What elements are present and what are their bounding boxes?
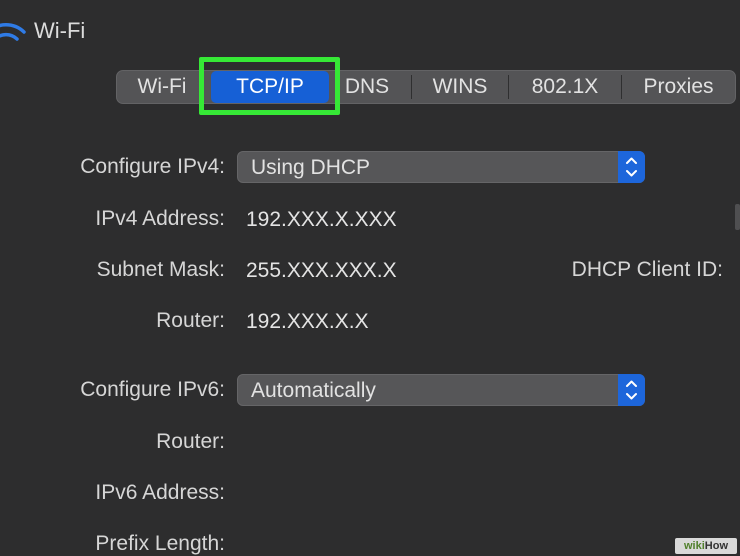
ipv4-router-value: 192.XXX.X.X [246,310,369,333]
ipv4-address-label: IPv4 Address: [95,207,225,230]
configure-ipv6-label: Configure IPv6: [80,378,225,401]
scrollbar[interactable] [735,204,740,230]
watermark-how: How [704,540,729,552]
tab-dns[interactable]: DNS [329,71,405,103]
ipv4-router-label: Router: [156,309,225,332]
updown-arrows-icon [618,374,645,406]
configure-ipv4-label: Configure IPv4: [80,155,225,178]
tab-wins[interactable]: WINS [412,71,508,103]
ipv6-router-label: Router: [156,430,225,453]
tab-wifi[interactable]: Wi-Fi [117,71,207,103]
ipv6-address-label: IPv6 Address: [95,481,225,504]
subnet-mask-value: 255.XXX.XXX.X [246,259,397,282]
window-title: Wi-Fi [34,18,86,43]
configure-ipv4-value: Using DHCP [251,156,371,179]
configure-ipv6-value: Automatically [251,379,376,402]
highlight-annotation [199,57,340,115]
title-bar: Wi-Fi [0,0,740,64]
wifi-icon [0,23,26,41]
tab-8021x[interactable]: 802.1X [509,71,621,103]
wikihow-watermark: wikiHow [675,538,737,554]
updown-arrows-icon [618,151,645,183]
tab-proxies[interactable]: Proxies [622,71,735,103]
configure-ipv6-select[interactable]: Automatically [237,374,645,406]
configure-ipv4-select[interactable]: Using DHCP [237,151,645,183]
ipv4-address-value: 192.XXX.X.XXX [246,208,397,231]
watermark-wiki: wiki [683,540,705,552]
prefix-length-label: Prefix Length: [95,532,225,555]
subnet-mask-label: Subnet Mask: [96,258,225,281]
dhcp-client-id-label: DHCP Client ID: [571,258,723,281]
